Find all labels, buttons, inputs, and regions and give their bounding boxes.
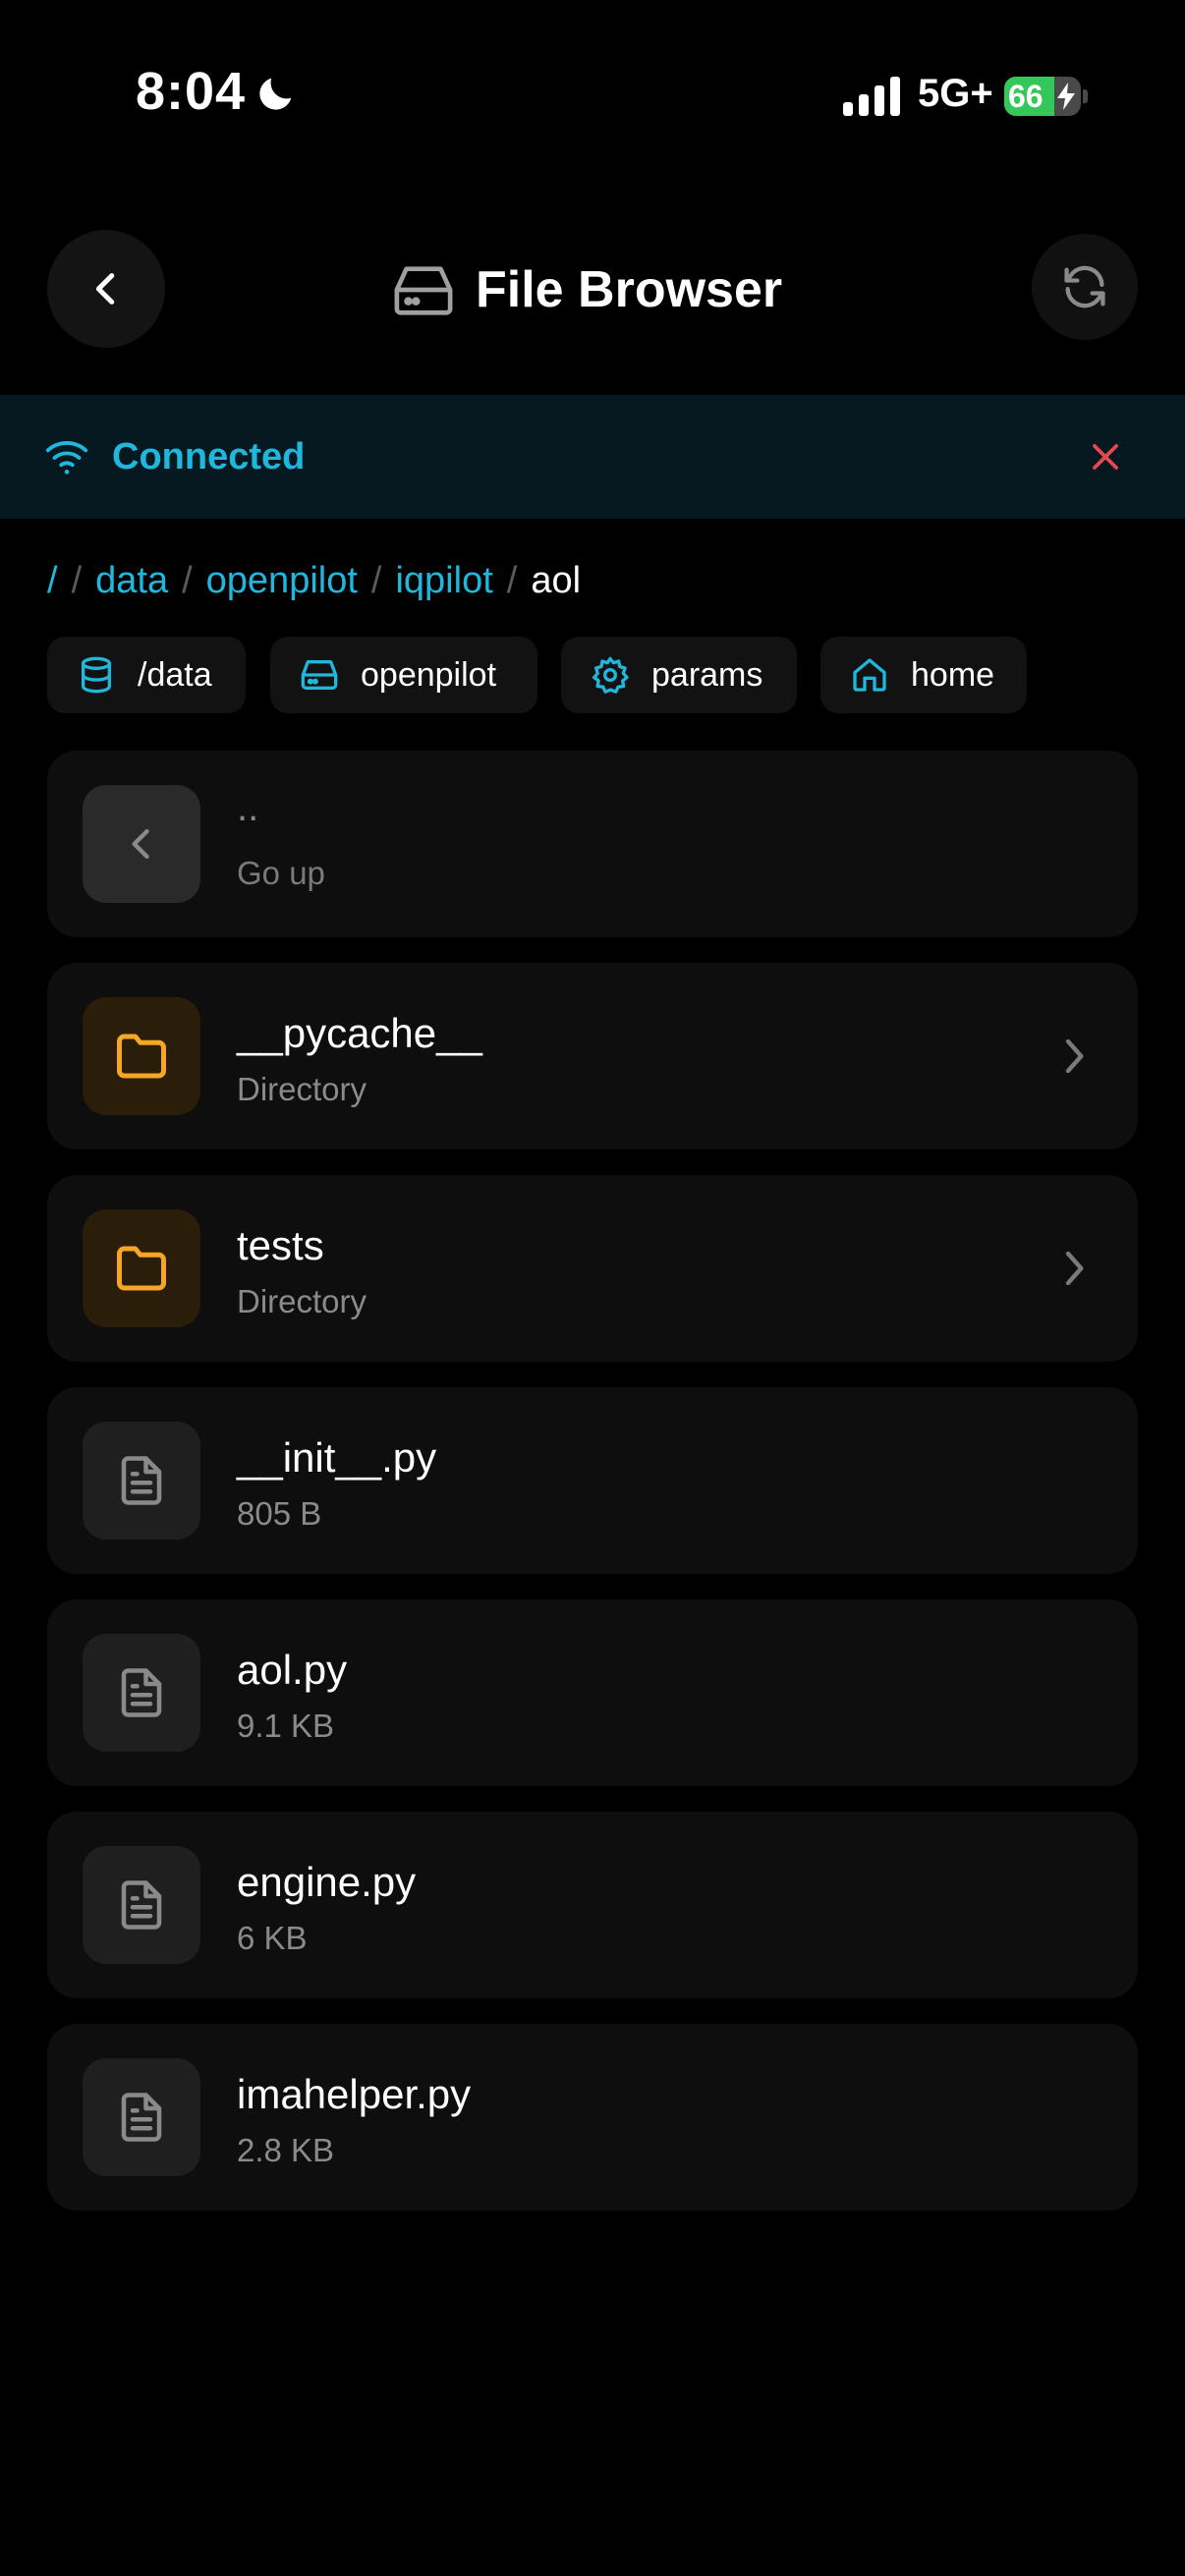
- quick-link-label: home: [911, 655, 995, 694]
- connection-status: Connected: [112, 436, 306, 477]
- breadcrumb-separator: /: [71, 559, 83, 601]
- battery-percent: 66: [1008, 79, 1044, 114]
- go-up-row[interactable]: .. Go up: [47, 751, 1138, 937]
- entry-subtitle: Directory: [237, 1283, 367, 1319]
- folder-row-pycache[interactable]: __pycache__ Directory: [47, 963, 1138, 1149]
- file-icon-box: [83, 1422, 200, 1540]
- refresh-icon: [1064, 265, 1105, 308]
- folder-icon-box: [83, 997, 200, 1115]
- breadcrumb-root[interactable]: /: [47, 560, 58, 602]
- entry-subtitle: Directory: [237, 1071, 367, 1107]
- file-text-icon: [121, 1668, 162, 1717]
- quick-link-label: /data: [138, 655, 212, 694]
- entry-name: __pycache__: [237, 1010, 482, 1056]
- connection-banner: Connected: [0, 395, 1185, 519]
- charging-bolt-icon: [1057, 83, 1075, 110]
- entry-name: imahelper.py: [237, 2071, 472, 2117]
- file-row-imahelper[interactable]: imahelper.py 2.8 KB: [47, 2024, 1138, 2211]
- file-text-icon: [121, 1880, 162, 1930]
- file-row-aol[interactable]: aol.py 9.1 KB: [47, 1599, 1138, 1786]
- gear-icon: [592, 656, 629, 694]
- breadcrumb-openpilot[interactable]: openpilot: [206, 560, 358, 602]
- entry-name: aol.py: [237, 1647, 348, 1693]
- quick-link-label: openpilot: [361, 655, 497, 694]
- close-icon[interactable]: [1087, 438, 1124, 476]
- entry-subtitle: 6 KB: [237, 1920, 308, 1956]
- file-text-icon: [121, 1456, 162, 1505]
- breadcrumb-separator: /: [506, 559, 518, 601]
- refresh-button[interactable]: [1032, 234, 1138, 340]
- hard-drive-icon: [301, 660, 338, 690]
- back-button[interactable]: [47, 230, 165, 348]
- folder-icon: [117, 1246, 166, 1291]
- entry-subtitle: 805 B: [237, 1495, 322, 1532]
- database-icon: [82, 656, 112, 694]
- status-time: 8:04: [136, 62, 247, 121]
- entry-name: ..: [237, 786, 259, 829]
- breadcrumb-data[interactable]: data: [95, 560, 168, 602]
- file-row-engine[interactable]: engine.py 6 KB: [47, 1812, 1138, 1998]
- chevron-left-icon: [132, 828, 149, 860]
- chevron-right-icon: [1065, 1251, 1084, 1286]
- hard-drive-icon: [394, 266, 453, 315]
- quick-link-params[interactable]: params: [561, 637, 797, 713]
- quick-link-data[interactable]: /data: [47, 637, 246, 713]
- cellular-signal-icon: [843, 77, 900, 116]
- moon-icon: [259, 78, 292, 110]
- file-text-icon: [121, 2093, 162, 2142]
- folder-row-tests[interactable]: tests Directory: [47, 1175, 1138, 1362]
- entry-name: engine.py: [237, 1859, 417, 1905]
- entry-subtitle: 2.8 KB: [237, 2132, 335, 2168]
- entry-subtitle: 9.1 KB: [237, 1708, 335, 1744]
- folder-icon: [117, 1034, 166, 1079]
- chevron-right-icon: [1065, 1038, 1084, 1074]
- network-type: 5G+: [918, 72, 993, 115]
- quick-link-openpilot[interactable]: openpilot: [270, 637, 537, 713]
- file-icon-box: [83, 1846, 200, 1964]
- entry-subtitle: Go up: [237, 855, 325, 891]
- entry-name: tests: [237, 1222, 324, 1268]
- status-bar: 8:04 5G+ 66: [0, 0, 1185, 187]
- file-icon-box: [83, 1634, 200, 1752]
- breadcrumb-separator: /: [182, 559, 193, 601]
- battery-indicator: 66: [1004, 77, 1088, 116]
- page-title: File Browser: [393, 255, 782, 324]
- quick-link-label: params: [651, 655, 763, 694]
- quick-link-home[interactable]: home: [820, 637, 1027, 713]
- file-icon-box: [83, 2058, 200, 2176]
- wifi-icon: [45, 441, 88, 475]
- go-up-icon-box: [83, 785, 200, 903]
- home-icon: [853, 658, 886, 692]
- chevron-left-icon: [95, 273, 115, 305]
- folder-icon-box: [83, 1209, 200, 1327]
- breadcrumb-iqpilot[interactable]: iqpilot: [395, 560, 492, 602]
- header: File Browser: [0, 226, 1185, 354]
- page-title-text: File Browser: [476, 261, 783, 318]
- file-row-init[interactable]: __init__.py 805 B: [47, 1387, 1138, 1574]
- breadcrumb-current: aol: [531, 559, 582, 601]
- breadcrumb-separator: /: [370, 559, 382, 601]
- breadcrumb: / / data / openpilot / iqpilot / aol: [47, 556, 581, 605]
- entry-name: __init__.py: [237, 1434, 437, 1481]
